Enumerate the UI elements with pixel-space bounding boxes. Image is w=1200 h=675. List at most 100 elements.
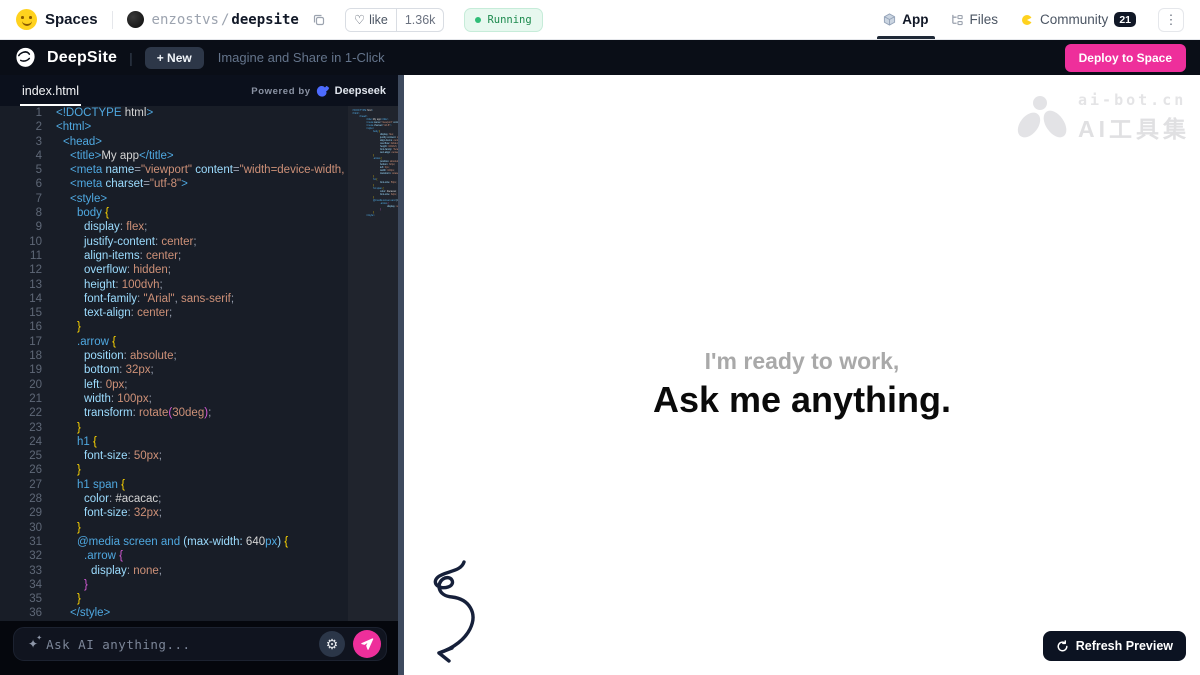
- repo-link[interactable]: deepsite: [231, 12, 298, 28]
- send-plane-icon: [360, 637, 374, 651]
- code-editor[interactable]: 1<!DOCTYPE html>2<html>3<head>4<title>My…: [0, 106, 398, 621]
- code-line[interactable]: 1<!DOCTYPE html>: [0, 106, 348, 120]
- code-line[interactable]: 4<title>My app</title>: [0, 149, 348, 163]
- code-line[interactable]: 23}: [0, 421, 348, 435]
- like-count[interactable]: 1.36k: [396, 9, 444, 31]
- code-line[interactable]: 6<meta charset="utf-8">: [0, 177, 348, 191]
- deepseek-logo-icon: [316, 84, 330, 98]
- running-label: Running: [487, 14, 531, 26]
- tab-community-label: Community: [1040, 12, 1108, 27]
- brand-title: DeepSite: [47, 49, 117, 67]
- huggingface-logo-icon[interactable]: [16, 9, 37, 30]
- refresh-preview-label: Refresh Preview: [1076, 639, 1173, 653]
- preview-hero: I'm ready to work, Ask me anything.: [404, 348, 1200, 421]
- code-line[interactable]: 17.arrow {: [0, 335, 348, 349]
- community-icon: [1020, 13, 1034, 27]
- refresh-icon: [1056, 640, 1069, 653]
- tab-community[interactable]: Community 21: [1020, 0, 1136, 39]
- code-line[interactable]: 2<html>: [0, 120, 348, 134]
- copy-icon[interactable]: [313, 14, 325, 26]
- ask-ai-input[interactable]: [46, 637, 311, 652]
- powered-brand: Deepseek: [335, 85, 386, 97]
- code-line[interactable]: 15text-align: center;: [0, 306, 348, 320]
- code-line[interactable]: </style>: [350, 214, 396, 217]
- settings-gear-button[interactable]: ⚙: [319, 631, 345, 657]
- like-label: like: [369, 13, 388, 27]
- code-line[interactable]: 8body {: [0, 206, 348, 220]
- preview-pane: ai-bot.cn AI工具集 I'm ready to work, Ask m…: [404, 75, 1200, 675]
- code-line[interactable]: 13height: 100dvh;: [0, 278, 348, 292]
- code-line[interactable]: 33display: none;: [0, 564, 348, 578]
- code-line[interactable]: 24h1 {: [0, 435, 348, 449]
- heart-icon: ♡: [354, 12, 365, 27]
- powered-by-label: Powered by: [251, 86, 310, 97]
- code-line[interactable]: 29font-size: 32px;: [0, 506, 348, 520]
- cube-icon: [883, 13, 896, 26]
- code-line[interactable]: 36</style>: [0, 606, 348, 620]
- like-button[interactable]: ♡ like: [346, 9, 396, 31]
- code-line[interactable]: 10justify-content: center;: [0, 235, 348, 249]
- code-line[interactable]: 31@media screen and (max-width: 640px) {: [0, 535, 348, 549]
- code-lines[interactable]: 1<!DOCTYPE html>2<html>3<head>4<title>My…: [0, 106, 348, 621]
- huggingface-top-bar: Spaces enzostvs/deepsite ♡ like 1.36k Ru…: [0, 0, 1200, 40]
- new-button[interactable]: + New: [145, 47, 204, 69]
- tab-index-html[interactable]: index.html: [20, 76, 81, 106]
- tab-files-label: Files: [970, 12, 999, 27]
- code-line[interactable]: 7<style>: [0, 192, 348, 206]
- tab-app[interactable]: App: [883, 0, 928, 39]
- refresh-preview-button[interactable]: Refresh Preview: [1043, 631, 1186, 661]
- divider: [112, 11, 113, 29]
- watermark-name: AI工具集: [1078, 110, 1190, 144]
- owner-link[interactable]: enzostvs: [152, 12, 219, 28]
- editor-tab-bar: index.html Powered by Deepseek: [0, 75, 398, 106]
- owner-avatar[interactable]: [127, 11, 144, 28]
- code-line[interactable]: 20left: 0px;: [0, 378, 348, 392]
- deepsite-header: DeepSite | + New Imagine and Share in 1-…: [0, 40, 1200, 75]
- code-line[interactable]: 22transform: rotate(30deg);: [0, 406, 348, 420]
- code-line[interactable]: 12overflow: hidden;: [0, 263, 348, 277]
- code-line[interactable]: 19bottom: 32px;: [0, 363, 348, 377]
- code-line[interactable]: 14font-family: "Arial", sans-serif;: [0, 292, 348, 306]
- main-split: index.html Powered by Deepseek 1<!DOCTYP…: [0, 75, 1200, 675]
- powered-by: Powered by Deepseek: [251, 84, 386, 106]
- code-line[interactable]: 18position: absolute;: [0, 349, 348, 363]
- code-line[interactable]: 30}: [0, 521, 348, 535]
- spaces-label[interactable]: Spaces: [45, 11, 98, 28]
- hero-title: Ask me anything.: [404, 379, 1200, 421]
- gear-icon: ⚙: [326, 636, 339, 653]
- minimap[interactable]: <!DOCTYPE html><html><head><title>My app…: [348, 106, 398, 621]
- code-line[interactable]: 27h1 span {: [0, 478, 348, 492]
- running-status-badge[interactable]: Running: [464, 8, 542, 32]
- tab-files[interactable]: Files: [951, 0, 999, 39]
- doodle-arrow-icon: [410, 559, 488, 667]
- ask-ai-strip: ✦✦ ⚙: [0, 621, 398, 675]
- tab-app-label: App: [902, 12, 928, 27]
- deepsite-logo-icon: [14, 46, 37, 69]
- path-separator: /: [219, 12, 231, 28]
- tagline: Imagine and Share in 1-Click: [218, 50, 385, 65]
- code-line[interactable]: 32.arrow {: [0, 549, 348, 563]
- code-line[interactable]: 9display: flex;: [0, 220, 348, 234]
- files-tree-icon: [951, 13, 964, 26]
- code-line[interactable]: 34}: [0, 578, 348, 592]
- send-button[interactable]: [353, 630, 381, 658]
- deploy-to-space-button[interactable]: Deploy to Space: [1065, 44, 1186, 72]
- running-dot-icon: [475, 17, 481, 23]
- code-line[interactable]: 16}: [0, 320, 348, 334]
- code-line[interactable]: 35}: [0, 592, 348, 606]
- watermark-logo-icon: [1016, 94, 1070, 142]
- code-line[interactable]: 21width: 100px;: [0, 392, 348, 406]
- ask-ai-bar: ✦✦ ⚙: [13, 627, 387, 661]
- code-line[interactable]: 11align-items: center;: [0, 249, 348, 263]
- sparkle-icon: ✦✦: [28, 637, 38, 651]
- community-count-badge: 21: [1114, 12, 1136, 27]
- code-line[interactable]: 5<meta name="viewport" content="width=de…: [0, 163, 348, 177]
- hero-subtitle: I'm ready to work,: [404, 348, 1200, 375]
- divider: |: [127, 50, 135, 66]
- code-line[interactable]: 3<head>: [0, 135, 348, 149]
- more-options-button[interactable]: ⋮: [1158, 8, 1184, 32]
- code-line[interactable]: 25font-size: 50px;: [0, 449, 348, 463]
- code-line[interactable]: 26}: [0, 463, 348, 477]
- code-line[interactable]: 28color: #acacac;: [0, 492, 348, 506]
- editor-pane: index.html Powered by Deepseek 1<!DOCTYP…: [0, 75, 398, 675]
